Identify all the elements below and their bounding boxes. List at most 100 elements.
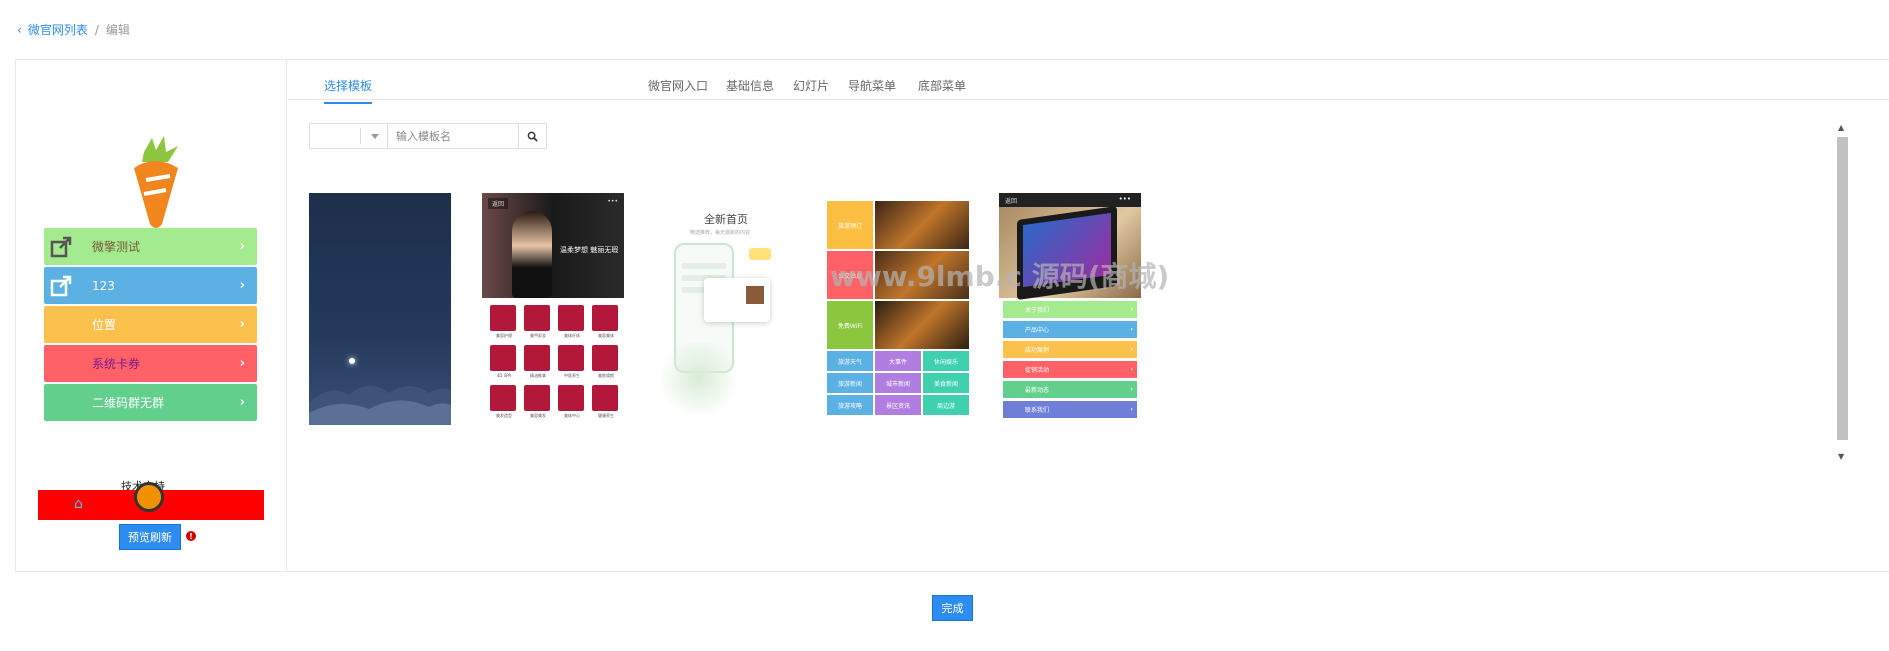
chevron-right-icon: › [1130,386,1133,393]
chevron-down-icon [371,134,379,139]
service-label: 美肤焕颜 [598,373,614,378]
service-icon [592,345,618,371]
home-icon[interactable]: ⌂ [74,496,83,512]
chevron-right-icon: › [1130,326,1133,333]
preview-menu-label: 位置 [92,318,117,332]
external-link-icon [48,233,76,261]
more-icon: ••• [1118,195,1131,203]
tag-illustration [749,248,771,260]
preview-menu-item-4[interactable]: 系统卡券 › [44,345,257,382]
template-card-5[interactable]: 返回 ••• 关于我们 › 产品中心 › 成功案例 › 促销活动 › 最新动态 › 联系我们 › [999,193,1141,425]
breadcrumb-parent-link[interactable]: 微官网列表 [28,21,88,38]
tab-bar: 选择模板 微官网入口 基础信息 幻灯片 导航菜单 底部菜单 [288,60,1889,104]
service-grid-item: 美发造型 [490,385,518,421]
service-label: 美容美体 [598,333,614,338]
chevron-right-icon: › [1130,346,1133,353]
green-watercolor [654,343,744,413]
service-label: 美发造型 [496,413,512,418]
service-grid-item: 美体中心 [558,385,586,421]
tourism-photo [875,201,969,249]
breadcrumb-separator: / [94,22,99,37]
preview-menu-item-3[interactable]: 位置 › [44,306,257,343]
tourism-small-tile: 大事件 [875,351,921,371]
tourism-small-tile: 旅游天气 [827,351,873,371]
preview-panel: 微擎测试 › 123 › 位置 › 系统卡券 › 二维码群无群 › 技术支持 ⌂… [16,60,287,571]
tourism-small-tile: 周边游 [923,395,969,415]
chevron-right-icon: › [1130,366,1133,373]
clouds-decoration [309,385,451,425]
scroll-up-icon[interactable]: ▲ [1838,123,1844,132]
category-select[interactable] [310,124,388,148]
search-button[interactable] [518,124,546,148]
service-icon [524,345,550,371]
breadcrumb-current: 编辑 [105,23,130,37]
service-icon [524,305,550,331]
service-grid-item: 4D SPA [490,345,518,381]
template-filter [309,123,547,149]
more-icon: ••• [607,198,618,205]
preview-refresh-button[interactable]: 预览刷新 [119,524,181,550]
scroll-down-icon[interactable]: ▼ [1838,452,1844,461]
preview-menu-label: 系统卡券 [92,357,141,371]
service-label: 4D SPA [496,373,512,378]
service-icon [558,385,584,411]
tourism-small-tile: 景区资讯 [875,395,921,415]
tablet-menu-item: 最新动态 › [1003,381,1137,398]
template-card-1[interactable] [309,193,451,425]
back-tag: 返回 [1005,198,1018,205]
service-label: 美体中心 [564,413,580,418]
template-name-input[interactable] [388,124,518,148]
template-title: 全新首页 [704,213,748,226]
service-grid-item: 美体纤体 [558,305,586,341]
tourism-tile: 免费WiFi [827,301,873,349]
preview-menu-item-5[interactable]: 二维码群无群 › [44,384,257,421]
popup-card-illustration [704,278,770,322]
service-label: 美体纤体 [564,333,580,338]
tab-select-template[interactable]: 选择模板 [324,77,373,104]
scroll-thumb[interactable] [1837,137,1848,440]
service-grid-item: 中医养生 [558,345,586,381]
preview-menu-item-2[interactable]: 123 › [44,267,257,304]
service-label: 中医养生 [564,373,580,378]
tourism-small-tile: 城市新闻 [875,373,921,393]
carrot-logo [134,136,178,228]
chevron-right-icon: › [1130,406,1133,413]
external-link-icon [48,272,76,300]
warning-icon: ! [186,531,196,541]
service-grid-item: 健康养生 [592,385,620,421]
floating-button[interactable] [134,482,164,512]
vertical-scrollbar[interactable]: ▲ ▼ [1835,123,1849,461]
service-icon [490,305,516,331]
template-subtitle: 精选推荐，每天最新的内容 [690,230,751,236]
template-card-2[interactable]: 返回 ••• 温柔梦想 魅丽无瑕 美容护理 美甲彩妆 美体纤体 美容美体 4D SPA 精… [482,193,624,425]
tab-bottom-menu[interactable]: 底部菜单 [918,77,966,94]
service-icon [490,385,516,411]
tablet-menu-item: 联系我们 › [1003,401,1137,418]
banner-image: 返回 ••• 温柔梦想 魅丽无瑕 [482,193,624,298]
tab-slides[interactable]: 幻灯片 [793,77,829,94]
preview-bottom-nav: ⌂ [38,482,264,520]
service-grid-item: 美容护理 [490,305,518,341]
service-label: 健康养生 [598,413,614,418]
tablet-menu-item: 产品中心 › [1003,321,1137,338]
service-label: 美容护理 [496,333,512,338]
service-grid-item: 美肤焕颜 [592,345,620,381]
tab-nav-menu[interactable]: 导航菜单 [848,77,896,94]
tablet-menu-item: 成功案例 › [1003,341,1137,358]
template-card-4[interactable]: 旅游预订 公交站点 免费WiFi 旅游天气 大事件 休闲娱乐 旅游新闻 城市新闻 美食新闻 旅游攻… [827,193,969,425]
service-icon [524,385,550,411]
tab-basic-info[interactable]: 基础信息 [726,77,774,94]
tourism-small-tile: 美食新闻 [923,373,969,393]
service-label: 美容美发 [530,413,546,418]
preview-menu-item-1[interactable]: 微擎测试 › [44,228,257,265]
back-tag: 返回 [488,198,509,209]
preview-menu-label: 123 [92,278,115,293]
chevron-right-icon: › [239,395,245,410]
tab-entry[interactable]: 微官网入口 [648,77,708,94]
service-icon [558,345,584,371]
done-button[interactable]: 完成 [932,595,973,621]
tablet-menu-item: 促销活动 › [1003,361,1137,378]
chevron-left-icon[interactable]: ‹ [17,23,22,37]
template-card-3[interactable]: 全新首页 精选推荐，每天最新的内容 [654,193,796,425]
banner-headline: 温柔梦想 魅丽无瑕 [560,246,619,254]
